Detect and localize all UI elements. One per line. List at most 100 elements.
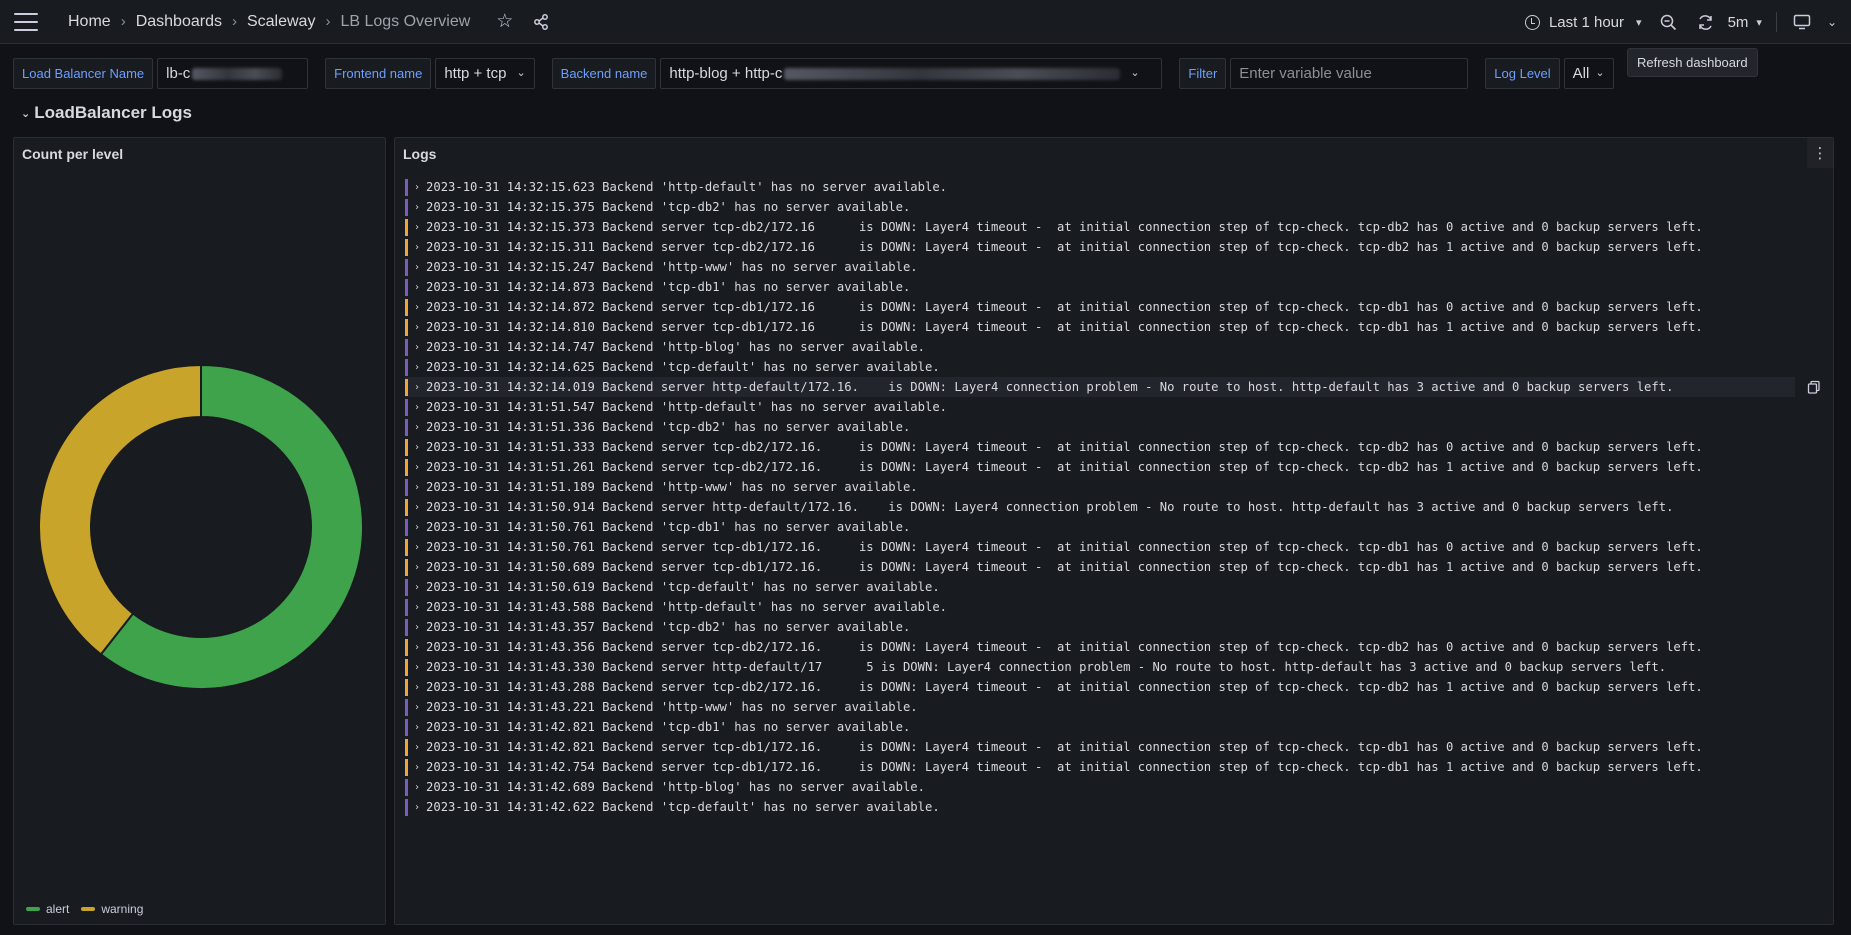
chevron-right-icon[interactable]: ›	[414, 742, 420, 753]
chevron-right-icon[interactable]: ›	[414, 302, 420, 313]
log-row[interactable]: › 2023-10-31 14:32:15.375 Backend 'tcp-db…	[405, 197, 1825, 217]
chevron-right-icon[interactable]: ›	[414, 422, 420, 433]
log-row[interactable]: › 2023-10-31 14:31:42.689 Backend 'http-b…	[405, 777, 1825, 797]
log-message: 2023-10-31 14:31:50.761 Backend 'tcp-db1…	[426, 520, 911, 534]
chevron-right-icon[interactable]: ›	[414, 182, 420, 193]
filter-input[interactable]: Enter variable value	[1230, 58, 1469, 89]
log-row[interactable]: › 2023-10-31 14:31:42.622 Backend 'tcp-de…	[405, 797, 1825, 817]
log-message: 2023-10-31 14:31:43.221 Backend 'http-ww…	[426, 700, 918, 714]
log-row[interactable]: › 2023-10-31 14:32:15.373 Backend server …	[405, 217, 1825, 237]
refresh-icon[interactable]	[1697, 14, 1714, 31]
page-title: LB Logs Overview	[340, 12, 471, 30]
log-row[interactable]: › 2023-10-31 14:31:50.914 Backend server …	[405, 497, 1825, 517]
chevron-right-icon[interactable]: ›	[414, 702, 420, 713]
chevron-right-icon[interactable]: ›	[414, 682, 420, 693]
chevron-right-icon[interactable]: ›	[414, 522, 420, 533]
chevron-right-icon[interactable]: ›	[414, 482, 420, 493]
refresh-interval-picker[interactable]: 5m ▾	[1728, 14, 1762, 31]
log-row[interactable]: › 2023-10-31 14:31:43.330 Backend server …	[405, 657, 1825, 677]
variable-label-frontend: Frontend name	[325, 58, 432, 89]
log-row[interactable]: › 2023-10-31 14:31:43.221 Backend 'http-w…	[405, 697, 1825, 717]
chevron-right-icon[interactable]: ›	[414, 762, 420, 773]
chevron-right-icon[interactable]: ›	[414, 402, 420, 413]
variable-label-filter: Filter	[1179, 58, 1227, 89]
log-row[interactable]: › 2023-10-31 14:31:50.619 Backend 'tcp-de…	[405, 577, 1825, 597]
log-level-select[interactable]: All ⌄	[1563, 58, 1614, 89]
log-row[interactable]: › 2023-10-31 14:32:14.625 Backend 'tcp-de…	[405, 357, 1825, 377]
legend-item-alert[interactable]: alert	[26, 902, 69, 916]
log-row[interactable]: › 2023-10-31 14:32:14.873 Backend 'tcp-db…	[405, 277, 1825, 297]
chevron-right-icon[interactable]: ›	[414, 582, 420, 593]
chevron-right-icon[interactable]: ›	[414, 322, 420, 333]
chevron-right-icon[interactable]: ›	[414, 242, 420, 253]
chevron-right-icon[interactable]: ›	[414, 802, 420, 813]
load-balancer-select[interactable]: lb-c	[157, 58, 309, 89]
log-row[interactable]: › 2023-10-31 14:31:51.333 Backend server …	[405, 437, 1825, 457]
log-row[interactable]: › 2023-10-31 14:31:51.261 Backend server …	[405, 457, 1825, 477]
log-row[interactable]: › 2023-10-31 14:32:14.747 Backend 'http-b…	[405, 337, 1825, 357]
log-row[interactable]: › 2023-10-31 14:31:51.336 Backend 'tcp-db…	[405, 417, 1825, 437]
backend-value: http-blog + http-c	[669, 65, 783, 82]
chevron-right-icon[interactable]: ›	[414, 602, 420, 613]
log-row[interactable]: › 2023-10-31 14:31:42.754 Backend server …	[405, 757, 1825, 777]
log-row[interactable]: › 2023-10-31 14:31:50.689 Backend server …	[405, 557, 1825, 577]
log-row[interactable]: › 2023-10-31 14:31:50.761 Backend 'tcp-db…	[405, 517, 1825, 537]
log-row[interactable]: › 2023-10-31 14:31:42.821 Backend 'tcp-db…	[405, 717, 1825, 737]
panel-menu-icon[interactable]: ⋮	[1807, 138, 1833, 168]
log-level-indicator	[405, 678, 408, 696]
chevron-right-icon[interactable]: ›	[414, 622, 420, 633]
time-range-picker[interactable]: Last 1 hour ▾	[1524, 14, 1642, 31]
chevron-right-icon[interactable]: ›	[414, 222, 420, 233]
chevron-right-icon[interactable]: ›	[414, 282, 420, 293]
log-row[interactable]: › 2023-10-31 14:31:50.761 Backend server …	[405, 537, 1825, 557]
chevron-right-icon[interactable]: ›	[414, 502, 420, 513]
breadcrumb-folder[interactable]: Scaleway	[247, 13, 315, 31]
share-icon[interactable]	[533, 13, 549, 30]
frontend-select[interactable]: http + tcp ⌄	[435, 58, 535, 89]
log-row[interactable]: › 2023-10-31 14:31:51.189 Backend 'http-w…	[405, 477, 1825, 497]
log-row[interactable]: › 2023-10-31 14:32:14.872 Backend server …	[405, 297, 1825, 317]
log-row[interactable]: › 2023-10-31 14:32:15.247 Backend 'http-w…	[405, 257, 1825, 277]
chevron-right-icon[interactable]: ›	[414, 382, 420, 393]
log-level-indicator	[405, 238, 408, 256]
chevron-right-icon[interactable]: ›	[414, 442, 420, 453]
log-list: › 2023-10-31 14:32:15.623 Backend 'http-d…	[405, 177, 1833, 817]
row-toggle[interactable]: ⌄ LoadBalancer Logs	[21, 103, 192, 123]
star-icon[interactable]: ☆	[496, 10, 513, 33]
chevron-right-icon[interactable]: ›	[414, 722, 420, 733]
log-level-indicator	[405, 478, 408, 496]
chevron-down-icon[interactable]: ⌄	[1827, 15, 1837, 29]
log-row[interactable]: › 2023-10-31 14:31:51.547 Backend 'http-d…	[405, 397, 1825, 417]
donut-slice-warning[interactable]	[38, 364, 202, 656]
log-row[interactable]: › 2023-10-31 14:32:14.019 Backend server …	[405, 375, 1833, 399]
breadcrumb-home[interactable]: Home	[68, 13, 111, 31]
chevron-right-icon[interactable]: ›	[414, 462, 420, 473]
breadcrumb-dashboards[interactable]: Dashboards	[136, 13, 222, 31]
chevron-right-icon[interactable]: ›	[414, 202, 420, 213]
chevron-right-icon[interactable]: ›	[414, 562, 420, 573]
chevron-right-icon[interactable]: ›	[414, 262, 420, 273]
backend-select[interactable]: http-blog + http-c ⌄	[660, 58, 1163, 89]
log-row[interactable]: › 2023-10-31 14:31:43.356 Backend server …	[405, 637, 1825, 657]
log-row[interactable]: › 2023-10-31 14:32:15.311 Backend server …	[405, 237, 1825, 257]
chevron-right-icon[interactable]: ›	[414, 662, 420, 673]
log-row[interactable]: › 2023-10-31 14:31:43.588 Backend 'http-d…	[405, 597, 1825, 617]
chevron-right-icon[interactable]: ›	[414, 542, 420, 553]
log-row[interactable]: › 2023-10-31 14:32:14.810 Backend server …	[405, 317, 1825, 337]
chevron-right-icon[interactable]: ›	[414, 362, 420, 373]
refresh-interval-label: 5m	[1727, 13, 1749, 31]
log-row[interactable]: › 2023-10-31 14:31:42.821 Backend server …	[405, 737, 1825, 757]
chevron-right-icon[interactable]: ›	[414, 342, 420, 353]
zoom-out-icon[interactable]	[1660, 14, 1677, 31]
log-row[interactable]: › 2023-10-31 14:31:43.357 Backend 'tcp-db…	[405, 617, 1825, 637]
log-row[interactable]: › 2023-10-31 14:32:15.623 Backend 'http-d…	[405, 177, 1825, 197]
copy-icon[interactable]	[1795, 375, 1833, 399]
menu-icon[interactable]	[14, 12, 38, 31]
tv-mode-icon[interactable]	[1793, 14, 1811, 30]
legend-item-warning[interactable]: warning	[81, 902, 143, 916]
chevron-right-icon[interactable]: ›	[414, 642, 420, 653]
log-message: 2023-10-31 14:31:50.619 Backend 'tcp-def…	[426, 580, 940, 594]
log-level-indicator	[405, 438, 408, 456]
log-row[interactable]: › 2023-10-31 14:31:43.288 Backend server …	[405, 677, 1825, 697]
chevron-right-icon[interactable]: ›	[414, 782, 420, 793]
